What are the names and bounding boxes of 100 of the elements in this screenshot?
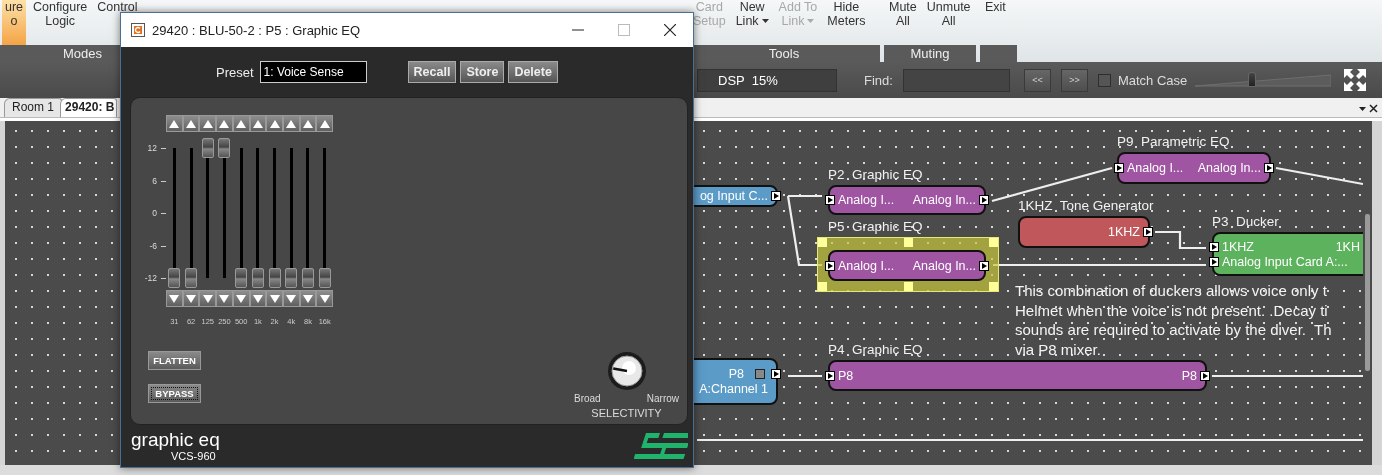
port-icon[interactable] <box>979 260 989 271</box>
wire <box>1155 230 1206 250</box>
find-label: Find: <box>864 72 893 88</box>
eq-button[interactable]: FLATTEN <box>148 351 201 370</box>
port-label: P8 <box>1181 368 1197 383</box>
scale-label: 6 <box>151 174 157 188</box>
fader-thumb[interactable] <box>185 268 198 288</box>
port-label: Analog In... <box>1197 161 1261 175</box>
slider-thumb[interactable] <box>1248 72 1257 87</box>
dsp-block[interactable]: 1KHZ 1KH Analog Input Card A:... <box>1212 232 1363 276</box>
band-up-button[interactable] <box>216 115 233 132</box>
window-title: 29420 : BLU-50-2 : P5 : Graphic EQ <box>152 22 361 38</box>
knob-max-label: Narrow <box>646 393 679 404</box>
port-icon[interactable] <box>1264 163 1274 173</box>
nav-button[interactable]: << <box>1023 68 1051 92</box>
band-down-button[interactable] <box>216 290 233 307</box>
scale-label: -12 <box>143 272 157 285</box>
ribbon-button[interactable]: Hide Meters <box>824 0 869 45</box>
band-up-button[interactable] <box>199 115 217 132</box>
fader-thumb[interactable] <box>301 268 314 288</box>
zoom-slider[interactable] <box>1195 71 1332 89</box>
preset-button[interactable]: Store <box>460 61 505 83</box>
fader-thumb[interactable] <box>235 268 248 288</box>
port-icon[interactable] <box>1209 256 1219 267</box>
ribbon-button[interactable]: Mute All <box>886 0 920 45</box>
port-icon[interactable] <box>825 260 835 271</box>
fader-thumb[interactable] <box>168 268 181 288</box>
dsp-block[interactable]: Analog I... Analog In... <box>828 250 986 281</box>
block-title: P4 Graphic EQ <box>828 342 923 357</box>
port-label: Analog I... <box>1127 161 1184 175</box>
meter-icon <box>755 369 765 379</box>
product-name: graphic eq <box>131 430 220 450</box>
ribbon-button[interactable]: Unmute All <box>923 0 974 45</box>
nav-button[interactable]: >> <box>1060 68 1088 92</box>
fader-thumb[interactable] <box>318 268 331 288</box>
block-title: P3 Ducker <box>1212 214 1279 229</box>
model-number: VCS-960 <box>171 450 217 462</box>
dsp-block[interactable]: Analog I... Analog In... <box>828 185 986 215</box>
scale-label: -6 <box>148 239 157 253</box>
band-down-button[interactable] <box>199 290 217 307</box>
dsp-block[interactable]: Analog I... Analog In... <box>1117 152 1271 184</box>
app-icon <box>131 23 145 37</box>
ribbon-button[interactable]: ure o <box>2 0 27 45</box>
block-title: P5 Graphic EQ <box>828 219 923 234</box>
port-label: 1KH <box>1335 239 1360 254</box>
port-label: og Input C... <box>699 189 768 203</box>
group-label: Muting <box>884 45 976 62</box>
band-up-button[interactable] <box>316 115 334 132</box>
fader-thumb[interactable] <box>201 138 214 158</box>
find-field[interactable] <box>902 68 1010 92</box>
port-icon[interactable] <box>979 195 989 205</box>
scale-label: 12 <box>146 142 157 155</box>
fader-thumb[interactable] <box>251 268 264 288</box>
scrollbar-thumb[interactable] <box>1365 214 1370 371</box>
knob-label: SELECTIVITY <box>591 407 662 419</box>
note-text: via P8 mixer. <box>1015 339 1102 359</box>
port-label: Analog In... <box>912 258 976 273</box>
port-label: P8 <box>728 367 744 381</box>
port-icon[interactable] <box>1114 163 1124 173</box>
fader-thumb[interactable] <box>268 268 281 288</box>
ribbon-button[interactable]: New Link <box>732 0 772 45</box>
ribbon-button[interactable]: Exit <box>982 0 1009 45</box>
port-icon[interactable] <box>1209 241 1219 252</box>
port-icon[interactable] <box>1143 227 1153 237</box>
port-icon[interactable] <box>771 191 781 201</box>
preset-button[interactable]: Recall <box>407 61 457 83</box>
caret-icon[interactable] <box>761 19 769 23</box>
preset-button[interactable]: Delete <box>508 61 558 83</box>
eq-button[interactable]: BYPASS <box>148 384 201 403</box>
port-label: Analog In... <box>912 193 976 207</box>
close-icon[interactable] <box>664 24 676 36</box>
dsp-block[interactable]: 1KHZ <box>1018 216 1150 248</box>
logo-icon <box>634 433 688 459</box>
fader-thumb[interactable] <box>218 138 231 158</box>
ribbon-button[interactable]: Configure Logic <box>30 0 91 45</box>
band-down-button[interactable] <box>266 290 283 307</box>
wire <box>788 374 822 378</box>
selectivity-knob[interactable] <box>606 351 647 391</box>
knob-min-label: Broad <box>574 393 601 404</box>
match-case-checkbox[interactable] <box>1097 73 1111 87</box>
band-down-button[interactable] <box>316 290 334 307</box>
document-tab[interactable]: 29420: B <box>60 98 118 117</box>
port-label: 1KHZ <box>1222 239 1254 254</box>
port-icon[interactable] <box>825 370 835 381</box>
fullscreen-icon[interactable] <box>1343 68 1367 92</box>
band-down-button[interactable] <box>166 290 183 307</box>
preset-field[interactable]: 1: Voice Sense <box>259 61 367 83</box>
port-label: 1KHZ <box>1108 225 1140 239</box>
band-up-button[interactable] <box>266 115 283 132</box>
fader-thumb[interactable] <box>285 268 298 288</box>
document-tab[interactable]: Room 1 <box>4 98 63 117</box>
dsp-block[interactable]: P8 P8 <box>828 360 1207 391</box>
close-icon[interactable] <box>1369 103 1378 113</box>
port-icon[interactable] <box>1200 370 1210 381</box>
port-icon[interactable] <box>771 369 781 379</box>
port-icon[interactable] <box>825 195 835 205</box>
dsp-readout: DSP 15% <box>697 68 837 92</box>
block-title: P2 Graphic EQ <box>828 167 923 182</box>
band-up-button[interactable] <box>166 115 183 132</box>
ribbon-group-footer <box>980 45 1017 62</box>
